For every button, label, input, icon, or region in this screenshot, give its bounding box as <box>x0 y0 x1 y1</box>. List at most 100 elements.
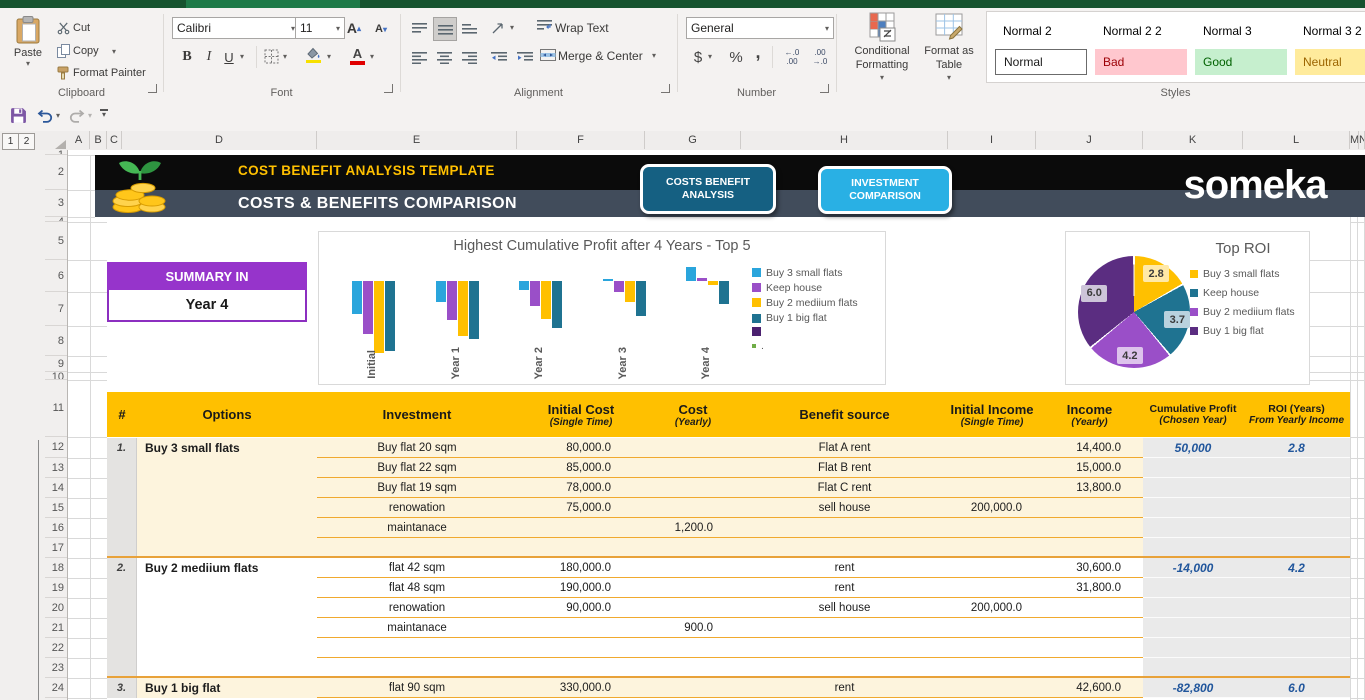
format-as-table-button[interactable]: Format as Table▾ <box>920 12 978 92</box>
row-header-14[interactable]: 14 <box>45 478 67 498</box>
cell-num[interactable] <box>107 618 137 638</box>
cell-benefit[interactable]: Flat A rent <box>741 438 948 458</box>
cell-options[interactable] <box>137 598 317 618</box>
cell-num[interactable] <box>107 658 137 678</box>
cell-investment[interactable]: flat 42 sqm <box>317 558 517 578</box>
cell-initial_cost[interactable]: 80,000.0 <box>517 438 645 458</box>
column-header-E[interactable]: E <box>317 131 517 149</box>
cell-num[interactable] <box>107 498 137 518</box>
align-right-button[interactable] <box>458 46 480 68</box>
column-header-C[interactable]: C <box>107 131 122 149</box>
cell-investment[interactable]: flat 90 sqm <box>317 678 517 698</box>
alignment-dialog-launcher[interactable] <box>661 84 670 93</box>
save-button[interactable] <box>10 107 27 124</box>
row-header-6[interactable]: 6 <box>45 260 67 292</box>
investment-comparison-button[interactable]: INVESTMENT COMPARISON <box>818 166 952 214</box>
cell-cost[interactable] <box>645 438 741 458</box>
cell-roi[interactable] <box>1243 618 1350 638</box>
cell-benefit[interactable]: rent <box>741 578 948 598</box>
cell-cost[interactable] <box>645 598 741 618</box>
cell-initial_income[interactable] <box>948 478 1036 498</box>
redo-button[interactable] <box>68 109 86 123</box>
cell-investment[interactable]: Buy flat 19 sqm <box>317 478 517 498</box>
cell-roi[interactable] <box>1243 458 1350 478</box>
cell-investment[interactable]: renowation <box>317 498 517 518</box>
cell-initial_income[interactable]: 200,000.0 <box>948 598 1036 618</box>
cell-roi[interactable]: 2.8 <box>1243 438 1350 458</box>
comma-button[interactable]: , <box>752 41 764 63</box>
font-size-select[interactable]: 11▾ <box>295 17 345 39</box>
column-header-K[interactable]: K <box>1143 131 1243 149</box>
cell-benefit[interactable]: sell house <box>741 598 948 618</box>
decrease-indent-button[interactable] <box>488 46 510 68</box>
undo-button[interactable] <box>36 109 54 123</box>
cell-num[interactable] <box>107 478 137 498</box>
cell-cost[interactable] <box>645 498 741 518</box>
column-header-J[interactable]: J <box>1036 131 1143 149</box>
cell-num[interactable]: 3. <box>107 678 137 698</box>
format-painter-button[interactable]: Format Painter <box>73 67 146 79</box>
cell-cum[interactable] <box>1143 658 1243 678</box>
cell-income[interactable]: 13,800.0 <box>1036 478 1143 498</box>
cell-investment[interactable]: renowation <box>317 598 517 618</box>
row-header-20[interactable]: 20 <box>45 598 67 618</box>
cell-benefit[interactable] <box>741 658 948 678</box>
paste-button[interactable]: Paste ▾ <box>6 14 50 88</box>
row-header-21[interactable]: 21 <box>45 618 67 638</box>
row-header-11[interactable]: 11 <box>45 380 67 437</box>
cell-initial_cost[interactable] <box>517 518 645 538</box>
bold-button[interactable]: B <box>177 46 197 68</box>
cell-roi[interactable] <box>1243 518 1350 538</box>
style-neutral[interactable]: Neutral <box>1295 49 1365 75</box>
currency-button[interactable]: $ <box>690 46 706 68</box>
cell-income[interactable] <box>1036 618 1143 638</box>
cell-cum[interactable] <box>1143 498 1243 518</box>
cell-cost[interactable] <box>645 578 741 598</box>
cell-income[interactable] <box>1036 538 1143 558</box>
column-header-N[interactable]: N <box>1359 131 1365 149</box>
cell-options[interactable] <box>137 618 317 638</box>
cell-roi[interactable] <box>1243 498 1350 518</box>
cell-initial_cost[interactable]: 330,000.0 <box>517 678 645 698</box>
cell-cum[interactable] <box>1143 518 1243 538</box>
row-header-17[interactable]: 17 <box>45 538 67 558</box>
summary-year-value[interactable]: Year 4 <box>107 290 307 322</box>
cell-benefit[interactable] <box>741 618 948 638</box>
column-header-I[interactable]: I <box>948 131 1036 149</box>
cell-benefit[interactable]: Flat C rent <box>741 478 948 498</box>
column-header-M[interactable]: M <box>1350 131 1359 149</box>
cell-options[interactable] <box>137 458 317 478</box>
font-family-select[interactable]: Calibri▾ <box>172 17 300 39</box>
cell-initial_income[interactable] <box>948 658 1036 678</box>
cell-investment[interactable] <box>317 638 517 658</box>
cell-cum[interactable] <box>1143 618 1243 638</box>
copy-button[interactable]: Copy <box>73 45 99 57</box>
column-header-L[interactable]: L <box>1243 131 1350 149</box>
cell-initial_cost[interactable] <box>517 658 645 678</box>
cell-num[interactable]: 1. <box>107 438 137 458</box>
sheet-grid[interactable]: COST BENEFIT ANALYSIS TEMPLATE COSTS & B… <box>68 150 1365 700</box>
style-bad[interactable]: Bad <box>1095 49 1187 75</box>
row-header-15[interactable]: 15 <box>45 498 67 518</box>
cell-cum[interactable]: 50,000 <box>1143 438 1243 458</box>
cell-initial_cost[interactable]: 85,000.0 <box>517 458 645 478</box>
font-color-button[interactable]: A <box>350 47 365 65</box>
cell-benefit[interactable] <box>741 518 948 538</box>
style-normal-2[interactable]: Normal 2 <box>995 18 1087 44</box>
orientation-button[interactable] <box>488 17 508 39</box>
style-good[interactable]: Good <box>1195 49 1287 75</box>
cell-benefit[interactable]: Flat B rent <box>741 458 948 478</box>
cell-initial_cost[interactable]: 190,000.0 <box>517 578 645 598</box>
column-header-D[interactable]: D <box>122 131 317 149</box>
row-group-bracket[interactable] <box>38 440 39 700</box>
cell-initial_income[interactable] <box>948 438 1036 458</box>
cell-cost[interactable] <box>645 638 741 658</box>
wrap-text-button[interactable]: Wrap Text <box>555 21 609 35</box>
cell-investment[interactable]: maintanace <box>317 618 517 638</box>
cell-initial_cost[interactable]: 90,000.0 <box>517 598 645 618</box>
cell-cum[interactable] <box>1143 598 1243 618</box>
column-header-F[interactable]: F <box>517 131 645 149</box>
cell-investment[interactable]: flat 48 sqm <box>317 578 517 598</box>
underline-button[interactable]: U <box>220 46 238 68</box>
cell-initial_income[interactable] <box>948 538 1036 558</box>
